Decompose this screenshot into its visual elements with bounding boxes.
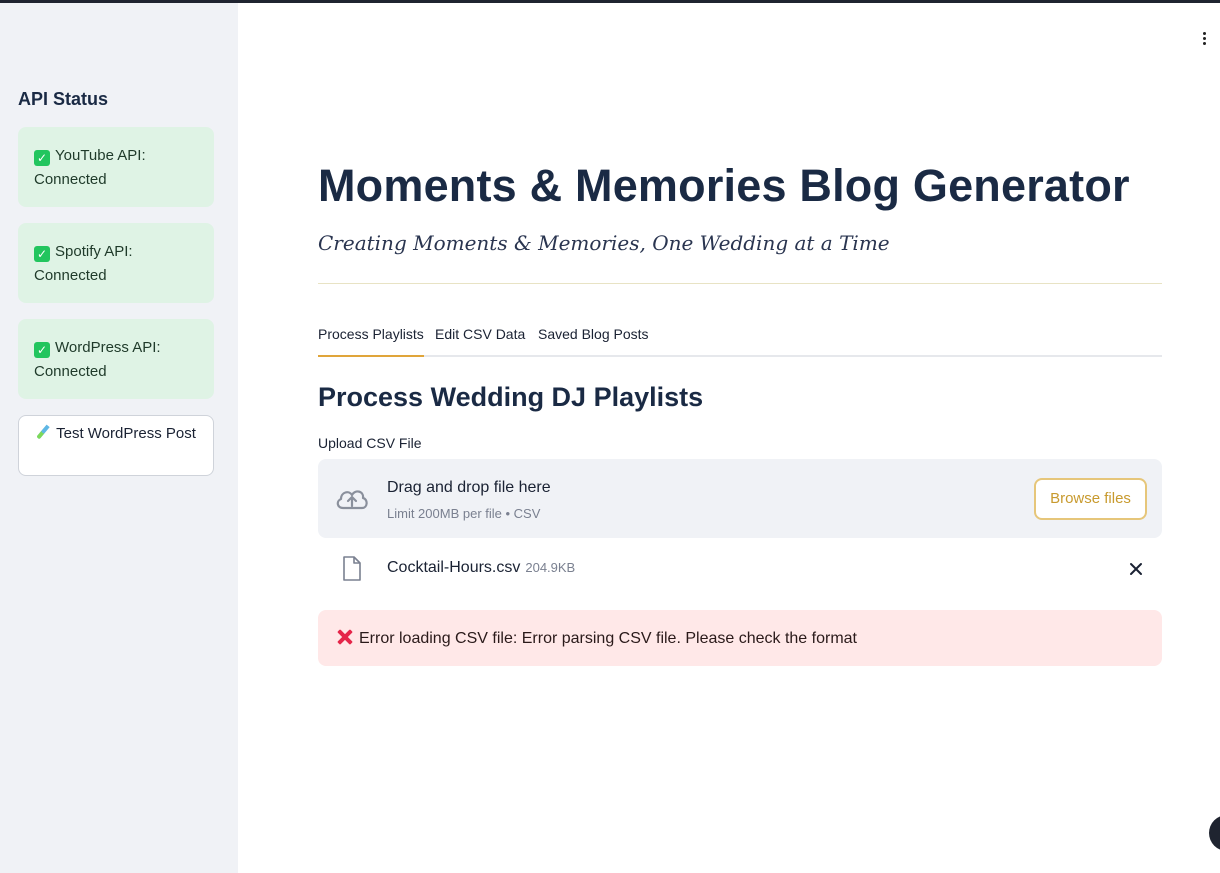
spotify-api-status: ✓ Spotify API: Connected [18,223,214,303]
header-divider [318,283,1162,284]
error-x-icon [336,628,354,646]
upload-label: Upload CSV File [318,435,422,451]
main-menu-icon[interactable] [1198,30,1210,50]
test-wordpress-post-button[interactable]: Test WordPress Post [18,415,214,476]
tab-edit-csv-data[interactable]: Edit CSV Data [435,326,525,357]
sidebar-title: API Status [18,89,109,109]
tab-bar: Process Playlists Edit CSV Data Saved Bl… [318,318,1162,357]
status-label: Spotify API: [55,243,133,260]
browse-files-button[interactable]: Browse files [1034,478,1147,520]
sidebar: API Status ✓ YouTube API: Connected ✓ Spot… [0,3,238,873]
file-size: 204.9KB [525,560,576,575]
cloud-upload-icon [336,490,368,510]
dropzone-limit: Limit 200MB per file • CSV [387,506,541,521]
status-label: YouTube API: [55,147,146,164]
status-value: Connected [34,171,107,188]
file-name-container: Cocktail-Hours.csv 204.9KB [387,559,575,577]
check-icon: ✓ [34,342,50,358]
check-icon: ✓ [34,150,50,166]
test-tube-icon [36,425,50,439]
test-button-label: Test WordPress Post [56,425,196,442]
tab-process-playlists[interactable]: Process Playlists [318,326,424,357]
floating-action-button[interactable] [1209,815,1220,851]
remove-file-close-icon[interactable] [1128,561,1144,577]
file-name: Cocktail-Hours.csv [387,559,521,576]
uploaded-file-row: Cocktail-Hours.csv 204.9KB [318,552,1162,588]
error-message: Error loading CSV file: Error parsing CS… [359,630,857,647]
status-label: WordPress API: [55,339,161,356]
dropzone-title: Drag and drop file here [387,479,551,496]
file-dropzone[interactable]: Drag and drop file here Limit 200MB per … [318,459,1162,538]
page-subtitle: Creating Moments & Memories, One Wedding… [318,231,890,255]
error-alert: Error loading CSV file: Error parsing CS… [318,610,1162,666]
file-icon [343,556,361,581]
check-icon: ✓ [34,246,50,262]
section-title: Process Wedding DJ Playlists [318,382,704,412]
tab-saved-blog-posts[interactable]: Saved Blog Posts [538,326,649,357]
wordpress-api-status: ✓ WordPress API: Connected [18,319,214,399]
page-title: Moments & Memories Blog Generator [318,160,1130,211]
youtube-api-status: ✓ YouTube API: Connected [18,127,214,207]
status-value: Connected [34,267,107,284]
status-value: Connected [34,363,107,380]
